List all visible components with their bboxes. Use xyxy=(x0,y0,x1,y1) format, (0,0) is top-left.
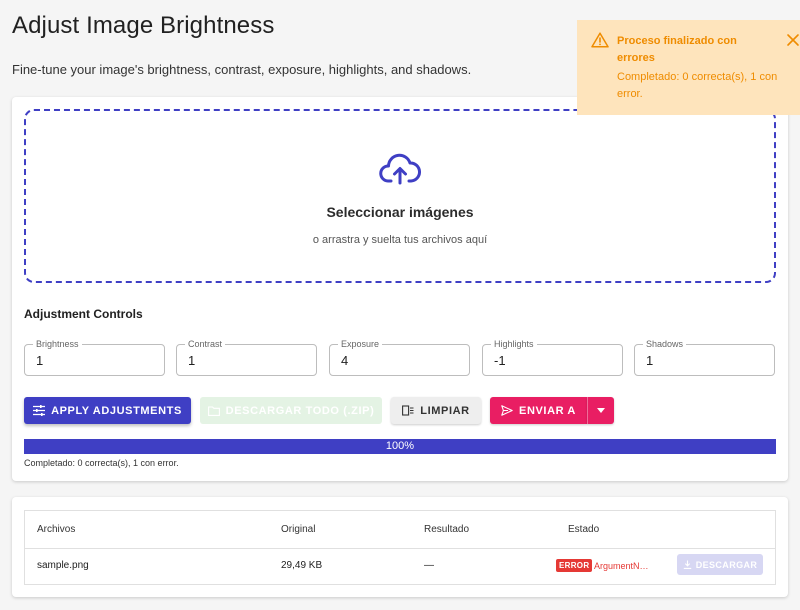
contrast-input[interactable] xyxy=(188,353,308,368)
column-header-status: Estado xyxy=(568,524,600,535)
result-size: — xyxy=(424,560,434,571)
warning-toast: Proceso finalizado con errores Completad… xyxy=(577,20,800,115)
send-icon xyxy=(501,405,513,416)
exposure-field: Exposure xyxy=(329,339,470,376)
results-card: Archivos Original Resultado Estado sampl… xyxy=(12,497,788,597)
dropzone-subtitle: o arrastra y suelta tus archivos aquí xyxy=(312,234,488,246)
exposure-input[interactable] xyxy=(341,353,461,368)
shadows-input[interactable] xyxy=(646,353,766,368)
progress-label: 100% xyxy=(385,440,415,452)
image-dropzone[interactable]: Seleccionar imágenes o arrastra y suelta… xyxy=(24,109,776,283)
original-size: 29,49 KB xyxy=(281,560,323,571)
highlights-field: Highlights xyxy=(482,339,623,376)
folder-icon xyxy=(207,405,220,416)
page-title: Adjust Image Brightness xyxy=(12,12,275,39)
download-icon xyxy=(683,560,691,569)
download-label: DESCARGAR xyxy=(695,559,758,570)
send-to-dropdown-button[interactable] xyxy=(587,397,614,424)
brightness-field: Brightness xyxy=(24,339,165,376)
caret-down-icon xyxy=(597,408,605,413)
progress-bar: 100% xyxy=(24,439,776,454)
clear-all-icon xyxy=(402,405,414,416)
toast-title: Proceso finalizado con errores xyxy=(617,35,737,64)
contrast-label: Contrast xyxy=(185,339,226,350)
page-description: Fine-tune your image's brightness, contr… xyxy=(12,62,472,77)
highlights-label: Highlights xyxy=(491,339,537,350)
send-to-button[interactable]: ENVIAR A xyxy=(490,397,587,424)
download-button[interactable]: DESCARGAR xyxy=(677,554,763,575)
error-message: ArgumentNullException xyxy=(594,561,652,571)
contrast-field: Contrast xyxy=(176,339,317,376)
download-all-label: DESCARGAR TODO (.ZIP) xyxy=(225,404,375,417)
close-icon[interactable] xyxy=(786,33,800,47)
send-to-label: ENVIAR A xyxy=(519,404,576,417)
shadows-field: Shadows xyxy=(634,339,775,376)
brightness-input[interactable] xyxy=(36,353,156,368)
shadows-label: Shadows xyxy=(643,339,687,350)
warning-icon xyxy=(591,32,609,48)
dropzone-title: Seleccionar imágenes xyxy=(326,204,474,220)
brightness-label: Brightness xyxy=(33,339,82,350)
file-name: sample.png xyxy=(37,560,89,571)
column-header-result: Resultado xyxy=(424,524,470,535)
toast-message: Completado: 0 correcta(s), 1 con error. xyxy=(617,71,778,100)
download-all-button[interactable]: DESCARGAR TODO (.ZIP) xyxy=(200,397,382,424)
tune-icon xyxy=(33,405,46,416)
apply-adjustments-button[interactable]: APPLY ADJUSTMENTS xyxy=(24,397,191,424)
apply-adjustments-label: APPLY ADJUSTMENTS xyxy=(51,404,182,417)
results-table: Archivos Original Resultado Estado sampl… xyxy=(24,510,776,585)
adjust-card: Seleccionar imágenes o arrastra y suelta… xyxy=(12,97,788,481)
clear-button[interactable]: LIMPIAR xyxy=(391,397,481,424)
progress-status: Completado: 0 correcta(s), 1 con error. xyxy=(24,458,179,468)
row-divider xyxy=(25,548,775,549)
exposure-label: Exposure xyxy=(338,339,383,350)
cloud-upload-icon xyxy=(379,153,421,185)
status-badge: ERROR xyxy=(556,559,593,572)
clear-label: LIMPIAR xyxy=(420,404,470,417)
highlights-input[interactable] xyxy=(494,353,614,368)
column-header-original: Original xyxy=(281,524,316,535)
controls-title: Adjustment Controls xyxy=(24,307,143,321)
column-header-files: Archivos xyxy=(37,524,76,535)
